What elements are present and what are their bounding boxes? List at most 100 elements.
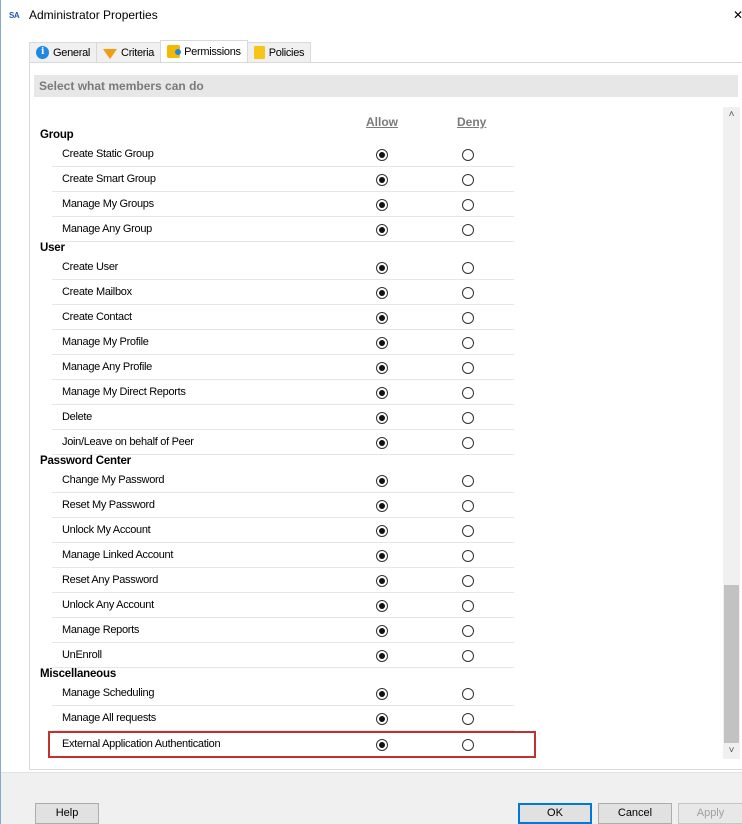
deny-radio[interactable]	[462, 387, 474, 399]
permission-label: Delete	[62, 411, 92, 423]
help-button[interactable]: Help	[35, 803, 99, 824]
permission-row: Join/Leave on behalf of Peer	[52, 430, 514, 455]
deny-radio[interactable]	[462, 412, 474, 424]
deny-radio[interactable]	[462, 337, 474, 349]
permission-row: External Application Authentication	[48, 731, 536, 758]
tab-label: Criteria	[121, 46, 155, 59]
deny-radio[interactable]	[462, 600, 474, 612]
allow-radio[interactable]	[376, 199, 388, 211]
permission-row: Manage My Groups	[52, 192, 514, 217]
permission-row: Create Smart Group	[52, 167, 514, 192]
deny-column-header[interactable]: Deny	[457, 115, 486, 129]
allow-radio[interactable]	[376, 475, 388, 487]
tab-permissions[interactable]: Permissions	[160, 40, 248, 62]
permission-label: Manage All requests	[62, 712, 156, 724]
permission-row: Manage Any Profile	[52, 355, 514, 380]
deny-radio[interactable]	[462, 312, 474, 324]
permission-row: Manage Reports	[52, 618, 514, 643]
close-icon[interactable]: ✕	[733, 8, 742, 22]
permissions-list: Group Create Static Group Create Smart Gro…	[30, 129, 720, 758]
permission-row: Create Static Group	[52, 142, 514, 167]
deny-radio[interactable]	[462, 437, 474, 449]
section-header: Miscellaneous	[40, 668, 117, 680]
deny-radio[interactable]	[462, 174, 474, 186]
permission-label: Change My Password	[62, 474, 165, 486]
allow-radio[interactable]	[376, 575, 388, 587]
deny-radio[interactable]	[462, 688, 474, 700]
permission-row: Manage Any Group	[52, 217, 514, 242]
deny-radio[interactable]	[462, 739, 474, 751]
scroll-down-icon[interactable]: ˅	[723, 743, 740, 759]
permissions-panel: Select what members can do Allow Deny Gr…	[29, 62, 742, 770]
permission-row: Unlock My Account	[52, 518, 514, 543]
allow-radio[interactable]	[376, 149, 388, 161]
apply-button[interactable]: Apply	[678, 803, 742, 824]
deny-radio[interactable]	[462, 362, 474, 374]
permission-row: Manage My Profile	[52, 330, 514, 355]
allow-radio[interactable]	[376, 287, 388, 299]
deny-radio[interactable]	[462, 575, 474, 587]
filter-icon	[103, 48, 118, 59]
permission-row: UnEnroll	[52, 643, 514, 668]
permission-row: Delete	[52, 405, 514, 430]
permission-row: Manage All requests	[52, 706, 514, 731]
scroll-up-icon[interactable]: ˄	[723, 107, 740, 123]
deny-radio[interactable]	[462, 713, 474, 725]
allow-column-header[interactable]: Allow	[366, 115, 398, 129]
deny-radio[interactable]	[462, 525, 474, 537]
allow-radio[interactable]	[376, 688, 388, 700]
permission-row: Create Contact	[52, 305, 514, 330]
deny-radio[interactable]	[462, 625, 474, 637]
allow-radio[interactable]	[376, 525, 388, 537]
allow-radio[interactable]	[376, 600, 388, 612]
ok-button[interactable]: OK	[518, 803, 592, 824]
allow-radio[interactable]	[376, 224, 388, 236]
permission-label: UnEnroll	[62, 649, 102, 661]
permission-row: Create Mailbox	[52, 280, 514, 305]
deny-radio[interactable]	[462, 199, 474, 211]
deny-radio[interactable]	[462, 149, 474, 161]
deny-radio[interactable]	[462, 262, 474, 274]
permission-label: Manage Reports	[62, 624, 140, 636]
allow-radio[interactable]	[376, 625, 388, 637]
section-header: User	[40, 242, 65, 254]
deny-radio[interactable]	[462, 550, 474, 562]
allow-radio[interactable]	[376, 312, 388, 324]
cancel-button[interactable]: Cancel	[598, 803, 672, 824]
permission-label: Reset My Password	[62, 499, 155, 511]
deny-radio[interactable]	[462, 650, 474, 662]
tab-criteria[interactable]: Criteria	[96, 42, 162, 62]
deny-radio[interactable]	[462, 500, 474, 512]
allow-radio[interactable]	[376, 174, 388, 186]
allow-radio[interactable]	[376, 387, 388, 399]
permission-row: Create User	[52, 255, 514, 280]
allow-radio[interactable]	[376, 437, 388, 449]
permission-label: External Application Authentication	[62, 738, 221, 750]
allow-radio[interactable]	[376, 262, 388, 274]
allow-radio[interactable]	[376, 713, 388, 725]
permission-row: Reset My Password	[52, 493, 514, 518]
deny-radio[interactable]	[462, 287, 474, 299]
tab-policies[interactable]: Policies	[246, 42, 312, 62]
allow-radio[interactable]	[376, 550, 388, 562]
allow-radio[interactable]	[376, 739, 388, 751]
vertical-scrollbar[interactable]: ˄ ˅	[723, 107, 740, 759]
deny-radio[interactable]	[462, 224, 474, 236]
window-title: Administrator Properties	[29, 8, 158, 22]
tab-label: Policies	[268, 46, 305, 59]
allow-radio[interactable]	[376, 650, 388, 662]
permission-label: Manage My Direct Reports	[62, 386, 186, 398]
scroll-thumb[interactable]	[724, 585, 739, 743]
section-banner: Select what members can do	[34, 75, 738, 97]
allow-radio[interactable]	[376, 500, 388, 512]
permission-row: Reset Any Password	[52, 568, 514, 593]
allow-radio[interactable]	[376, 362, 388, 374]
allow-radio[interactable]	[376, 337, 388, 349]
dialog-footer: Help OK Cancel Apply	[1, 772, 742, 824]
permission-label: Unlock My Account	[62, 524, 151, 536]
deny-radio[interactable]	[462, 475, 474, 487]
tab-general[interactable]: i General	[29, 42, 98, 62]
allow-radio[interactable]	[376, 412, 388, 424]
permission-row: Manage Linked Account	[52, 543, 514, 568]
permission-label: Manage Scheduling	[62, 687, 155, 699]
